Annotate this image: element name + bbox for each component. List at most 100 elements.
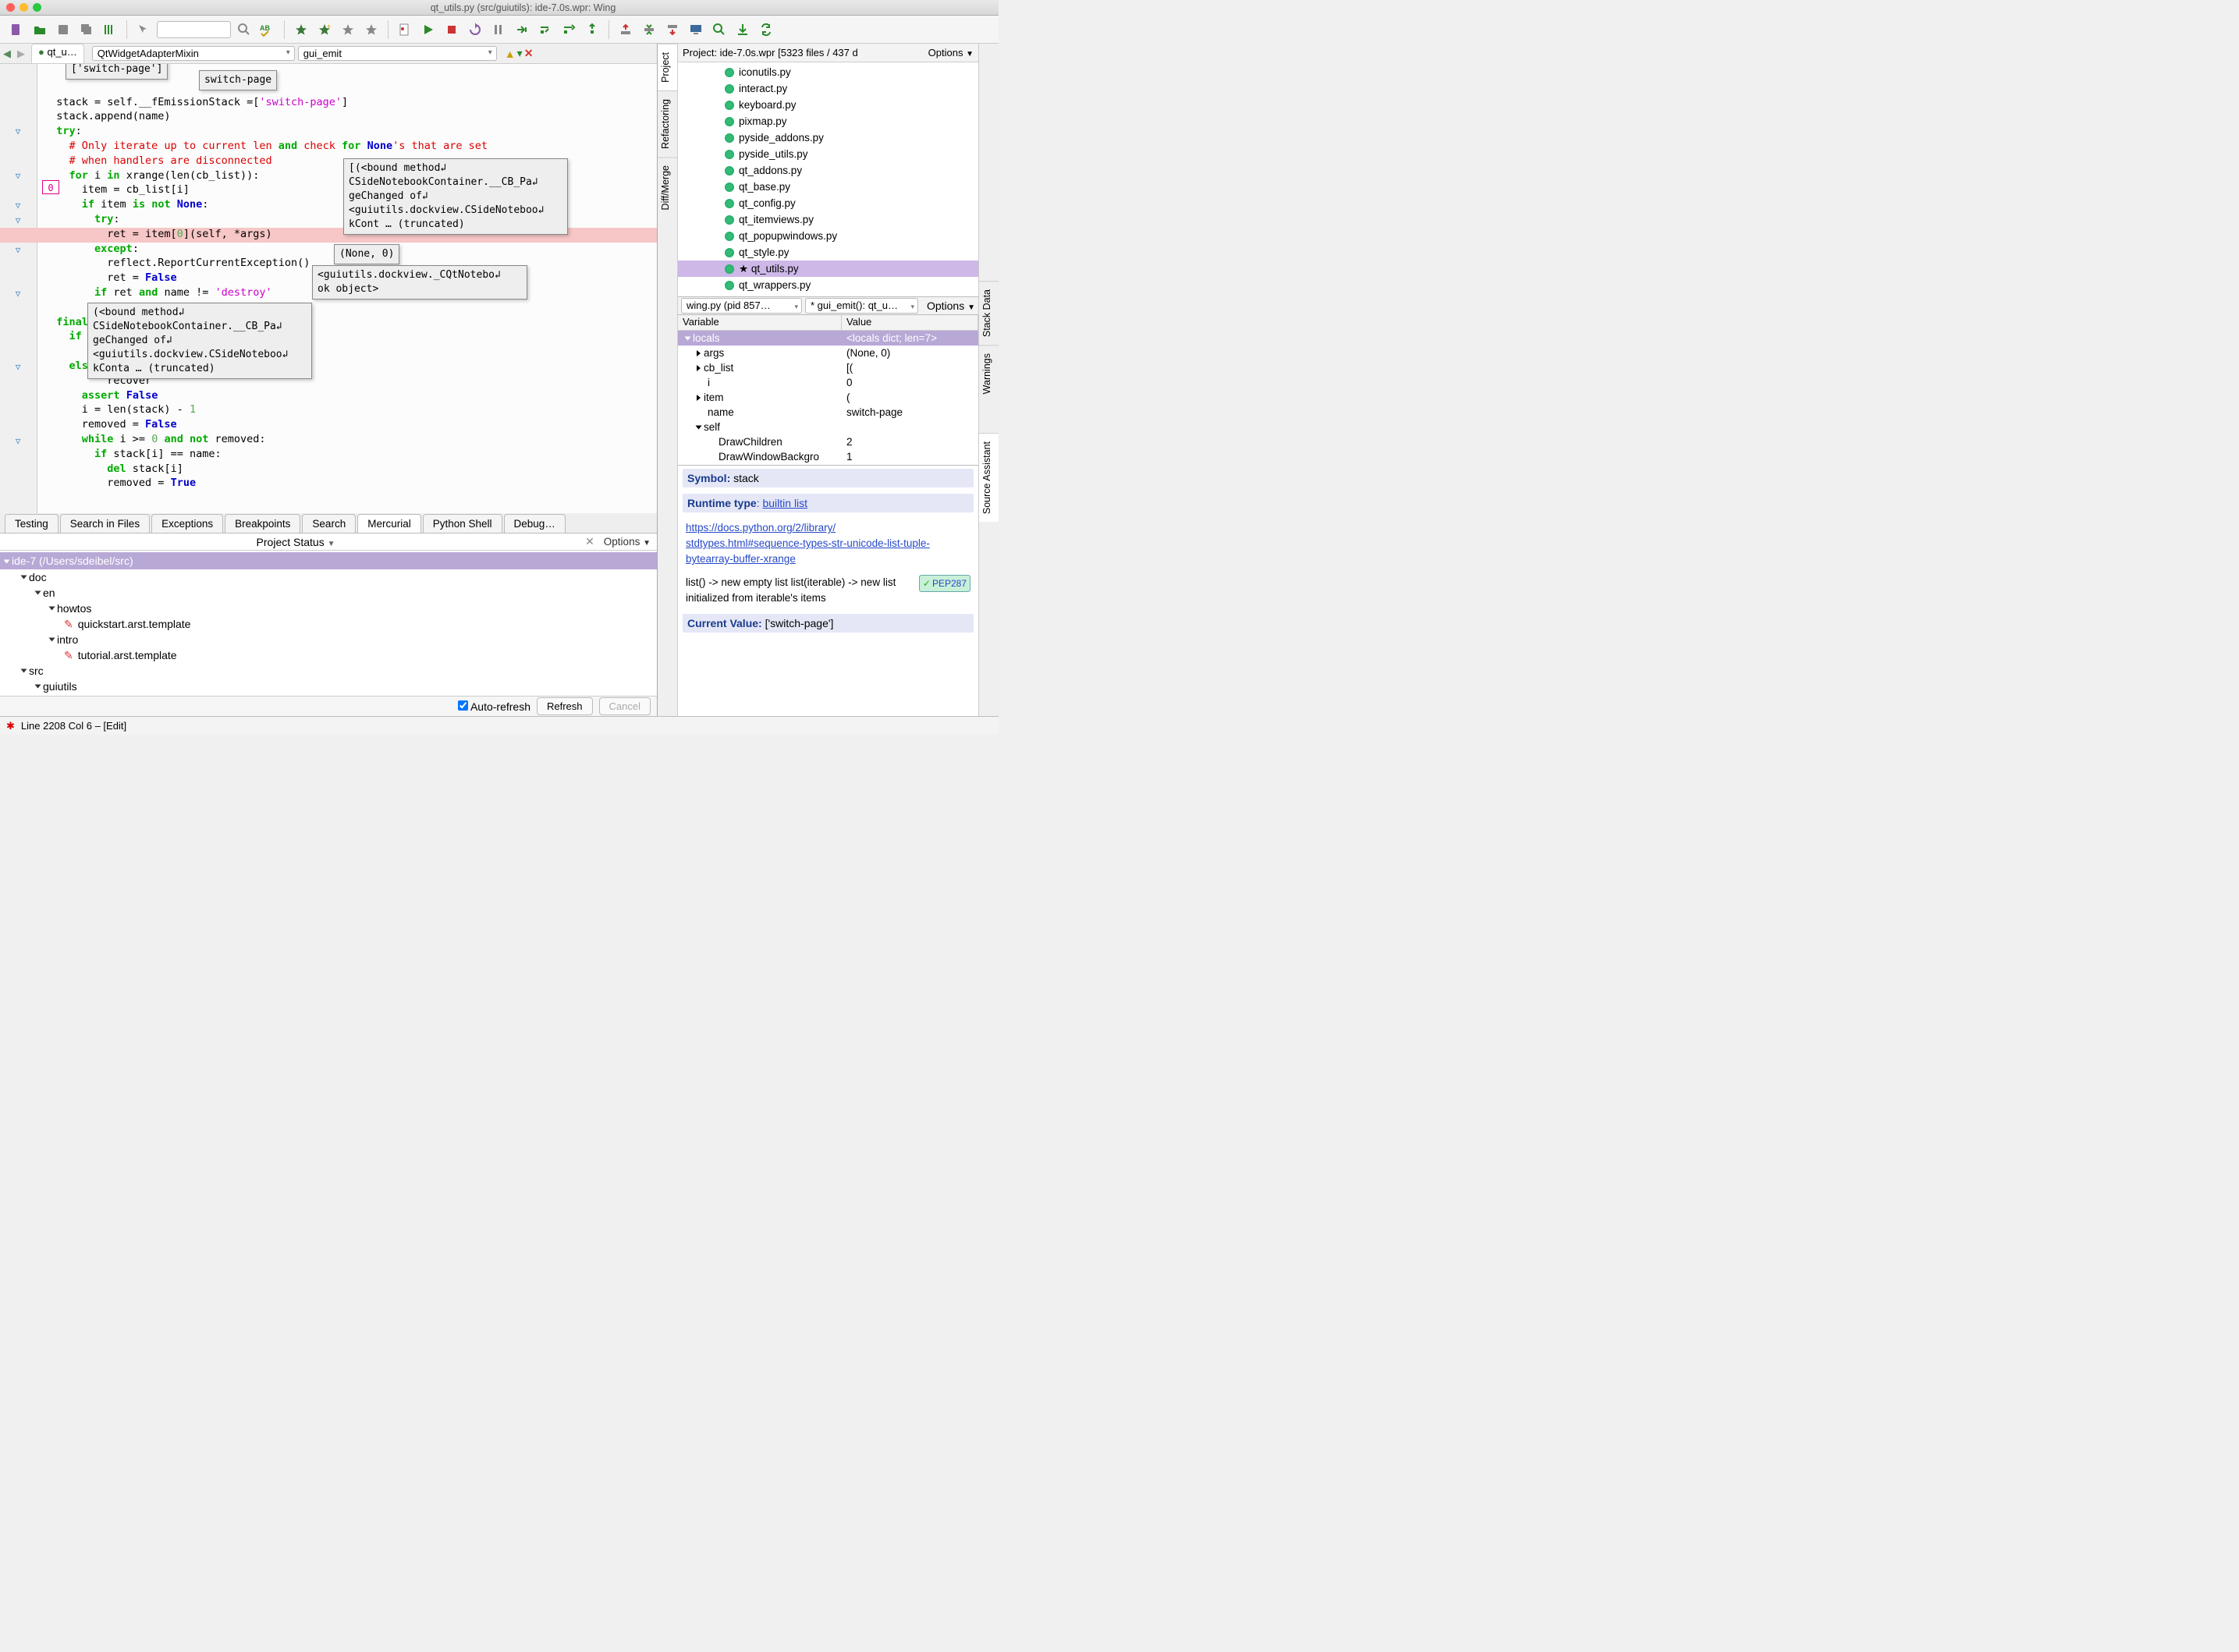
project-file[interactable]: keyboard.py [678, 97, 978, 113]
monitor-button[interactable] [686, 19, 706, 40]
bottom-tab-python-shell[interactable]: Python Shell [423, 514, 502, 533]
scope-class-select[interactable]: QtWidgetAdapterMixin [92, 46, 295, 61]
project-status-label[interactable]: Project Status [257, 536, 325, 548]
step-over-button[interactable] [535, 19, 555, 40]
stack-row[interactable]: nameswitch-page [678, 405, 978, 420]
sa-doc-url-1[interactable]: https://docs.python.org/2/library/ [686, 522, 836, 534]
stack-row[interactable]: i0 [678, 375, 978, 390]
stack-down-button[interactable] [662, 19, 683, 40]
bottom-tab-debug-[interactable]: Debug… [504, 514, 566, 533]
nav-back-button[interactable]: ◀ [0, 48, 14, 60]
close-editor-icon[interactable]: ✕ [524, 47, 534, 60]
project-file[interactable]: iconutils.py [678, 64, 978, 80]
project-file[interactable]: qt_config.py [678, 195, 978, 211]
hg-file[interactable]: ✎quickstart.arst.template [0, 616, 657, 632]
new-file-button[interactable] [6, 19, 27, 40]
stack-row[interactable]: item( [678, 390, 978, 405]
sa-doc-url-2[interactable]: stdtypes.html#sequence-types-str-unicode… [686, 537, 930, 565]
stack-row[interactable]: args(None, 0) [678, 346, 978, 360]
stack-row[interactable]: cb_list[( [678, 360, 978, 375]
nav-fwd-button[interactable]: ▶ [14, 48, 28, 60]
spellcheck-button[interactable]: AB [257, 19, 278, 40]
traffic-close[interactable] [6, 3, 15, 12]
stack-up-button[interactable] [616, 19, 636, 40]
auto-refresh-checkbox[interactable]: Auto-refresh [458, 700, 530, 713]
side-tab-stack-data[interactable]: Stack Data [979, 281, 999, 345]
indent-guide-button[interactable] [100, 19, 120, 40]
warning-icon[interactable]: ▲ [505, 48, 516, 60]
debug-pause-button[interactable] [488, 19, 509, 40]
file-tab[interactable]: ● qt_u… [31, 44, 84, 63]
bottom-tab-search[interactable]: Search [302, 514, 356, 533]
search-input[interactable] [157, 21, 231, 38]
side-tab-warnings[interactable]: Warnings [979, 345, 999, 402]
debug-stop-button[interactable] [442, 19, 462, 40]
search-button[interactable] [234, 19, 254, 40]
stack-options-button[interactable]: Options ▼ [927, 300, 975, 312]
bottom-tab-mercurial[interactable]: Mercurial [357, 514, 421, 533]
open-file-button[interactable] [30, 19, 50, 40]
bookmark-button[interactable] [291, 19, 311, 40]
bookmark-prev-button[interactable] [338, 19, 358, 40]
project-file[interactable]: interact.py [678, 80, 978, 97]
step-out-button[interactable] [559, 19, 579, 40]
project-options-button[interactable]: Options ▼ [928, 47, 974, 58]
stack-row[interactable]: DrawWindowBackgro1 [678, 449, 978, 464]
debug-restart-button[interactable] [465, 19, 485, 40]
breakpoint-toggle-button[interactable] [395, 19, 415, 40]
run-to-cursor-button[interactable] [582, 19, 602, 40]
project-file[interactable]: pyside_addons.py [678, 129, 978, 146]
hg-folder[interactable]: guiutils [0, 679, 657, 694]
sync-button[interactable] [756, 19, 776, 40]
project-file[interactable]: qt_base.py [678, 179, 978, 195]
project-file-list[interactable]: iconutils.pyinteract.pykeyboard.pypixmap… [678, 62, 978, 296]
download-button[interactable] [733, 19, 753, 40]
hg-folder[interactable]: doc [0, 569, 657, 585]
project-file[interactable]: qt_itemviews.py [678, 211, 978, 228]
cancel-button[interactable]: Cancel [599, 697, 651, 715]
col-variable[interactable]: Variable [678, 315, 842, 330]
bottom-tab-exceptions[interactable]: Exceptions [151, 514, 223, 533]
hg-folder[interactable]: en [0, 585, 657, 601]
side-tab-project[interactable]: Project [658, 44, 677, 90]
bottom-tab-search-in-files[interactable]: Search in Files [60, 514, 150, 533]
panel-options-button[interactable]: Options ▼ [604, 536, 651, 548]
project-file[interactable]: ★ qt_utils.py [678, 261, 978, 277]
project-file[interactable]: qt_addons.py [678, 162, 978, 179]
project-file[interactable]: qt_popupwindows.py [678, 228, 978, 244]
pep-badge[interactable]: PEP287 [919, 575, 970, 592]
stack-data[interactable]: locals<locals dict; len=7> args(None, 0)… [678, 331, 978, 465]
refresh-button[interactable]: Refresh [537, 697, 593, 715]
side-tab-diff-merge[interactable]: Diff/Merge [658, 157, 677, 218]
bottom-tab-testing[interactable]: Testing [5, 514, 59, 533]
find-symbol-button[interactable] [709, 19, 729, 40]
stack-current-button[interactable] [639, 19, 659, 40]
hg-folder[interactable]: src [0, 663, 657, 679]
cursor-select-button[interactable] [133, 19, 154, 40]
process-select[interactable]: wing.py (pid 857… [681, 298, 802, 314]
step-into-button[interactable] [512, 19, 532, 40]
hg-folder[interactable]: intro [0, 632, 657, 647]
save-all-button[interactable] [76, 19, 97, 40]
scope-func-select[interactable]: gui_emit [298, 46, 497, 61]
project-file[interactable]: qt_style.py [678, 244, 978, 261]
project-file[interactable]: pyside_utils.py [678, 146, 978, 162]
bookmark-add-button[interactable]: + [314, 19, 335, 40]
code-editor[interactable]: ▽ ▽ ▽ ▽ ▽ ▽ ▽ ▽ 0 return False stack = s… [0, 64, 657, 513]
panel-close-button[interactable]: ✕ [585, 535, 594, 548]
col-value[interactable]: Value [842, 315, 978, 330]
project-file[interactable]: qt_wrappers.py [678, 277, 978, 293]
bookmark-next-button[interactable] [361, 19, 381, 40]
bottom-tab-breakpoints[interactable]: Breakpoints [225, 514, 300, 533]
frame-select[interactable]: * gui_emit(): qt_u… [805, 298, 918, 314]
side-tab-refactoring[interactable]: Refactoring [658, 90, 677, 157]
stack-row[interactable]: self [678, 420, 978, 434]
project-file[interactable]: pixmap.py [678, 113, 978, 129]
side-tab-source-assistant[interactable]: Source Assistant [979, 433, 999, 522]
hg-file[interactable]: ✎tutorial.arst.template [0, 647, 657, 663]
down-icon[interactable]: ▾ [517, 47, 523, 60]
bug-icon[interactable]: ✱ [6, 720, 15, 732]
traffic-max[interactable] [33, 3, 41, 12]
hg-folder[interactable]: howtos [0, 601, 657, 616]
traffic-min[interactable] [20, 3, 28, 12]
